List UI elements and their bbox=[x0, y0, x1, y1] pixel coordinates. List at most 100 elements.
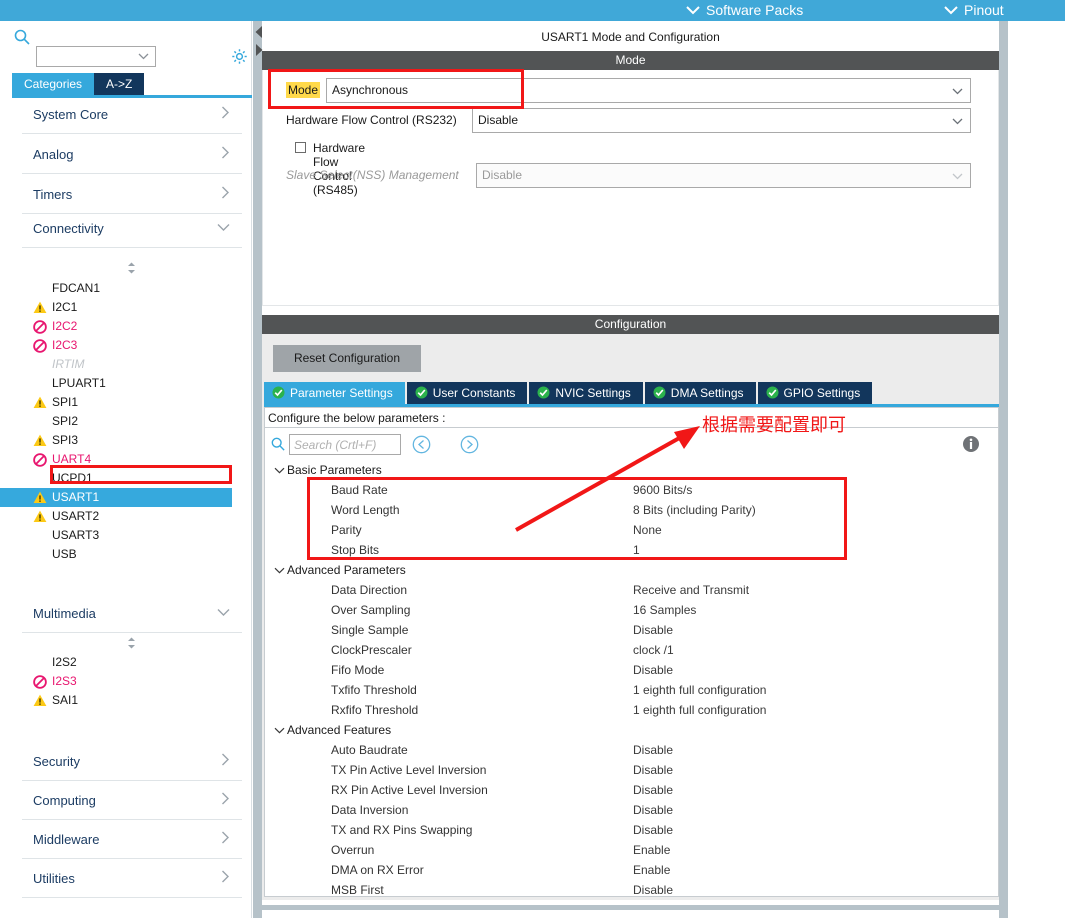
tab-a-to-z[interactable]: A->Z bbox=[94, 73, 145, 95]
peripheral-label: USB bbox=[52, 547, 77, 561]
peripheral-item-i2c2[interactable]: I2C2 bbox=[0, 317, 232, 336]
multimedia-scroll-spinner[interactable] bbox=[125, 637, 138, 649]
tab-categories[interactable]: Categories bbox=[12, 73, 95, 95]
search-next-button[interactable] bbox=[460, 435, 479, 454]
param-value[interactable]: clock /1 bbox=[633, 643, 674, 657]
peripheral-item-sai1[interactable]: SAI1 bbox=[0, 691, 232, 710]
tab-nvic-settings[interactable]: NVIC Settings bbox=[529, 382, 643, 404]
software-packs-menu[interactable]: Software Packs bbox=[686, 0, 803, 21]
param-value[interactable]: Disable bbox=[633, 763, 673, 777]
param-row-single-sample[interactable]: Single Sample Disable bbox=[265, 621, 998, 641]
peripheral-label: SPI2 bbox=[52, 414, 79, 428]
sidebar-item-utilities[interactable]: Utilities bbox=[22, 860, 242, 898]
peripheral-item-usart3[interactable]: USART3 bbox=[0, 526, 232, 545]
peripheral-item-spi2[interactable]: SPI2 bbox=[0, 412, 232, 431]
chevron-down-icon bbox=[217, 220, 230, 235]
param-value[interactable]: Disable bbox=[633, 623, 673, 637]
param-value[interactable]: Disable bbox=[633, 783, 673, 797]
chevron-down-icon bbox=[274, 565, 285, 576]
param-row-fifo-mode[interactable]: Fifo Mode Disable bbox=[265, 661, 998, 681]
param-value[interactable]: 1 eighth full configuration bbox=[633, 683, 766, 697]
nss-management-dropdown: Disable bbox=[476, 163, 971, 188]
peripheral-item-i2s2[interactable]: I2S2 bbox=[0, 653, 232, 672]
param-value[interactable]: 1 eighth full configuration bbox=[633, 703, 766, 717]
tab-gpio-settings[interactable]: GPIO Settings bbox=[757, 382, 873, 404]
param-key: TX Pin Active Level Inversion bbox=[331, 763, 487, 777]
param-row-clockprescaler[interactable]: ClockPrescaler clock /1 bbox=[265, 641, 998, 661]
param-row-tx-pin-active-level-inversion[interactable]: TX Pin Active Level Inversion Disable bbox=[265, 761, 998, 781]
peripheral-item-irtim[interactable]: IRTIM bbox=[0, 355, 232, 374]
check-circle-icon bbox=[653, 384, 666, 406]
sidebar-search-combo[interactable] bbox=[36, 46, 156, 67]
sidebar-item-multimedia[interactable]: Multimedia bbox=[22, 595, 242, 633]
param-value[interactable]: Disable bbox=[633, 743, 673, 757]
pinout-menu[interactable]: Pinout bbox=[944, 0, 1004, 21]
sidebar-tabs: Categories A->Z bbox=[12, 73, 145, 95]
chevron-down-icon bbox=[217, 605, 230, 620]
search-input[interactable]: Search (Crtl+F) bbox=[289, 434, 401, 455]
forbidden-icon bbox=[33, 675, 47, 689]
peripheral-item-usart2[interactable]: USART2 bbox=[0, 507, 232, 526]
peripheral-item-i2c1[interactable]: I2C1 bbox=[0, 298, 232, 317]
param-row-tx-and-rx-pins-swapping[interactable]: TX and RX Pins Swapping Disable bbox=[265, 821, 998, 841]
sidebar-item-label: Analog bbox=[33, 147, 74, 162]
peripheral-item-usb[interactable]: USB bbox=[0, 545, 232, 564]
connectivity-scroll-spinner[interactable] bbox=[125, 262, 138, 274]
peripheral-label: SAI1 bbox=[52, 693, 79, 707]
param-row-overrun[interactable]: Overrun Enable bbox=[265, 841, 998, 861]
param-value[interactable]: Disable bbox=[633, 823, 673, 837]
param-group-advanced-parameters[interactable]: Advanced Parameters bbox=[265, 561, 998, 581]
param-row-txfifo-threshold[interactable]: Txfifo Threshold 1 eighth full configurat… bbox=[265, 681, 998, 701]
sidebar-item-computing[interactable]: Computing bbox=[22, 782, 242, 820]
info-icon[interactable] bbox=[962, 435, 980, 453]
peripheral-item-spi3[interactable]: SPI3 bbox=[0, 431, 232, 450]
gear-icon[interactable] bbox=[231, 48, 248, 65]
param-value[interactable]: Disable bbox=[633, 883, 673, 897]
peripheral-item-i2c3[interactable]: I2C3 bbox=[0, 336, 232, 355]
param-row-auto-baudrate[interactable]: Auto Baudrate Disable bbox=[265, 741, 998, 761]
param-value[interactable]: Disable bbox=[633, 803, 673, 817]
chevron-right-icon bbox=[221, 870, 230, 886]
peripheral-item-i2s3[interactable]: I2S3 bbox=[0, 672, 232, 691]
warning-icon bbox=[33, 434, 47, 448]
chevron-right-icon bbox=[221, 831, 230, 847]
param-key: DMA on RX Error bbox=[331, 863, 424, 877]
param-value[interactable]: Disable bbox=[633, 663, 673, 677]
warning-icon bbox=[33, 396, 47, 410]
chevron-down-icon bbox=[138, 51, 149, 62]
param-row-dma-on-rx-error[interactable]: DMA on RX Error Enable bbox=[265, 861, 998, 881]
sidebar-item-connectivity[interactable]: Connectivity bbox=[22, 210, 242, 248]
peripheral-item-lpuart1[interactable]: LPUART1 bbox=[0, 374, 232, 393]
tab-parameter-settings[interactable]: Parameter Settings bbox=[264, 382, 405, 404]
param-row-rx-pin-active-level-inversion[interactable]: RX Pin Active Level Inversion Disable bbox=[265, 781, 998, 801]
sidebar-item-analog[interactable]: Analog bbox=[22, 136, 242, 174]
param-value[interactable]: 16 Samples bbox=[633, 603, 696, 617]
param-group-advanced-features[interactable]: Advanced Features bbox=[265, 721, 998, 741]
peripheral-item-spi1[interactable]: SPI1 bbox=[0, 393, 232, 412]
param-row-data-direction[interactable]: Data Direction Receive and Transmit bbox=[265, 581, 998, 601]
checkbox-icon[interactable] bbox=[295, 142, 306, 153]
peripheral-label: SPI1 bbox=[52, 395, 79, 409]
warning-icon bbox=[33, 491, 47, 505]
param-row-data-inversion[interactable]: Data Inversion Disable bbox=[265, 801, 998, 821]
param-value[interactable]: Receive and Transmit bbox=[633, 583, 749, 597]
reset-configuration-button[interactable]: Reset Configuration bbox=[273, 345, 421, 372]
sidebar-item-timers[interactable]: Timers bbox=[22, 176, 242, 214]
right-scroll-strip[interactable] bbox=[999, 21, 1008, 918]
param-value[interactable]: Enable bbox=[633, 843, 670, 857]
sidebar-item-middleware[interactable]: Middleware bbox=[22, 821, 242, 859]
hw-flow-rs232-dropdown[interactable]: Disable bbox=[472, 108, 971, 133]
param-row-rxfifo-threshold[interactable]: Rxfifo Threshold 1 eighth full configurat… bbox=[265, 701, 998, 721]
tab-user-constants[interactable]: User Constants bbox=[406, 382, 528, 404]
peripheral-item-usart1[interactable]: USART1 bbox=[0, 488, 232, 507]
search-previous-button[interactable] bbox=[412, 435, 431, 454]
sidebar-item-security[interactable]: Security bbox=[22, 743, 242, 781]
param-value[interactable]: Enable bbox=[633, 863, 670, 877]
tab-label: User Constants bbox=[432, 386, 516, 400]
forbidden-icon bbox=[33, 339, 47, 353]
sidebar-item-system-core[interactable]: System Core bbox=[22, 96, 242, 134]
param-row-over-sampling[interactable]: Over Sampling 16 Samples bbox=[265, 601, 998, 621]
tab-dma-settings[interactable]: DMA Settings bbox=[644, 382, 756, 406]
peripheral-item-fdcan1[interactable]: FDCAN1 bbox=[0, 279, 232, 298]
param-row-msb-first[interactable]: MSB First Disable bbox=[265, 881, 998, 901]
